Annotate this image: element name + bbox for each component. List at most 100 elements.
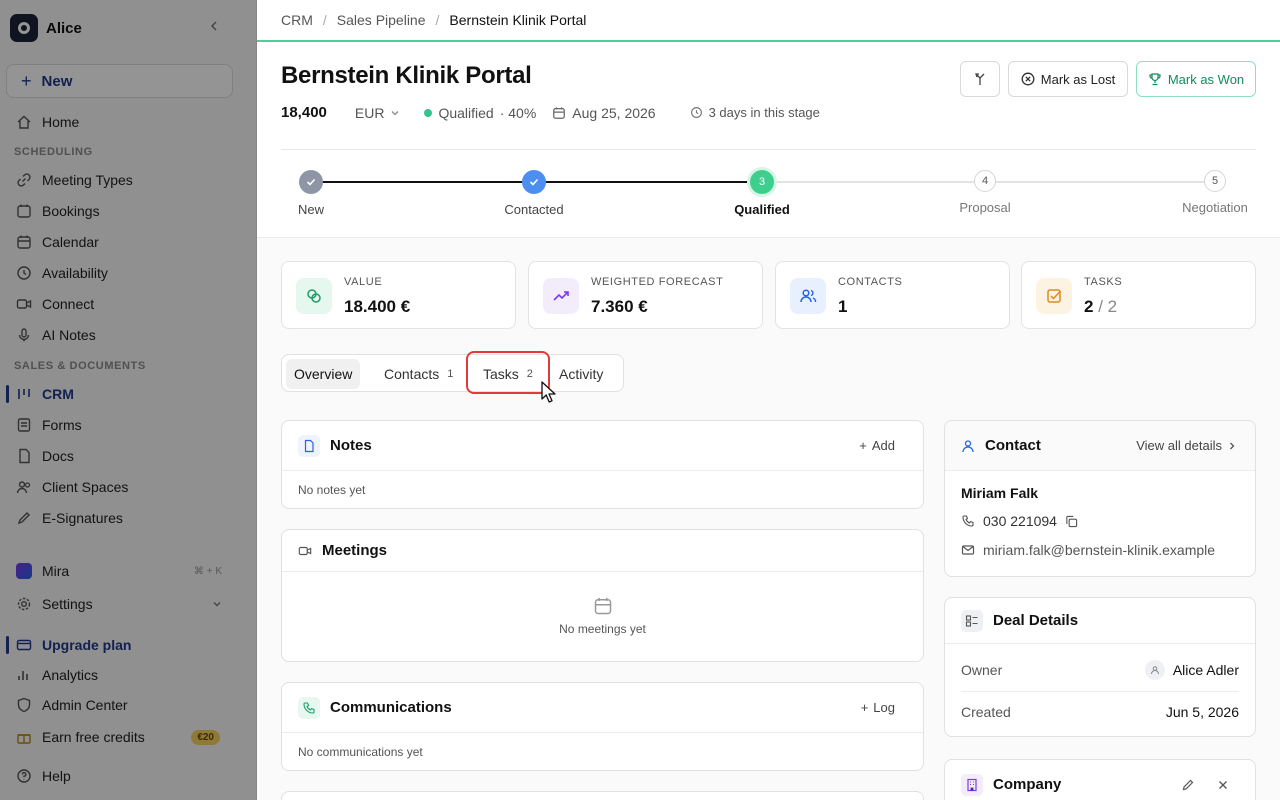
divider [281,149,1256,150]
created-row: Created Jun 5, 2026 [961,704,1239,720]
edit-icon[interactable] [1181,778,1195,792]
document-icon [16,448,32,464]
merge-button[interactable] [960,61,1000,97]
stage-duration: 3 days in this stage [690,105,820,120]
sidebar-item-e-signatures[interactable]: E-Signatures [0,504,240,532]
contact-name[interactable]: Miriam Falk [961,485,1038,501]
created-value: Jun 5, 2026 [1165,704,1239,720]
sidebar-item-bookings[interactable]: Bookings [0,197,240,225]
mark-as-lost-button[interactable]: Mark as Lost [1008,61,1128,97]
new-button[interactable]: + New [6,64,233,98]
plus-icon: + [860,700,869,715]
sidebar-item-settings[interactable]: Settings [0,590,240,618]
stage-step-contacted[interactable]: Contacted [474,170,594,217]
company-header: Company [945,760,1255,800]
stage-stepper: New Contacted 3 Qualified 4 Proposal 5 N… [281,170,1256,220]
sidebar-item-analytics[interactable]: Analytics [0,661,240,689]
tab-activity[interactable]: Activity [551,359,611,389]
stat-label: WEIGHTED FORECAST [591,276,724,288]
clock-icon [690,106,703,119]
mark-as-won-label: Mark as Won [1167,71,1245,87]
sidebar-item-label: Client Spaces [42,479,129,495]
sidebar-item-forms[interactable]: Forms [0,411,240,439]
credits-badge: €20 [191,729,220,745]
mark-as-won-button[interactable]: Mark as Won [1136,61,1256,97]
collapse-sidebar-icon[interactable] [208,20,220,32]
section-scheduling: SCHEDULING [14,146,93,158]
company-title: Company [993,776,1062,793]
stage-number: 4 [974,170,996,192]
meetings-header: Meetings [282,530,923,572]
currency-value: EUR [354,104,385,121]
meetings-panel: Meetings No meetings yet [281,529,924,662]
status-dot [424,108,433,117]
sidebar-item-admin-center[interactable]: Admin Center [0,691,240,719]
sidebar-item-label: Admin Center [42,697,128,713]
sidebar-item-home[interactable]: Home [0,108,240,136]
plus-icon: + [859,438,867,453]
stage-label: New [297,202,324,217]
calendar-icon [16,234,32,250]
currency-select[interactable]: EUR [355,105,401,121]
sidebar-item-crm[interactable]: CRM [0,380,240,408]
stage-label: Contacted [504,202,564,217]
email-value[interactable]: miriam.falk@bernstein-klinik.example [983,542,1215,558]
communications-header: Communications + Log [282,683,923,733]
sidebar-item-connect[interactable]: Connect [0,290,240,318]
stat-value: 2 / 2 [1084,297,1117,317]
tab-label: Contacts [384,366,440,382]
owner-name: Alice Adler [1172,662,1239,678]
created-label: Created [961,704,1011,720]
log-communication-button[interactable]: + Log [861,700,895,715]
form-icon [16,417,32,433]
communications-title: Communications [330,699,452,716]
stage-step-qualified[interactable]: 3 Qualified [702,170,822,217]
sidebar-item-docs[interactable]: Docs [0,442,240,470]
stat-card-tasks: TASKS 2 / 2 [1021,261,1256,329]
sidebar-item-help[interactable]: Help [0,762,240,790]
divider [961,691,1239,692]
gift-icon [16,729,32,745]
sidebar-item-calendar[interactable]: Calendar [0,228,240,256]
video-icon [16,296,32,312]
stat-card-value: VALUE 18.400 € [281,261,516,329]
workspace-switcher[interactable]: Alice [10,14,82,42]
deal-amount[interactable]: 18,400 [281,104,327,121]
close-date[interactable]: Aug 25, 2026 [552,105,656,121]
sidebar-item-client-spaces[interactable]: Client Spaces [0,473,240,501]
close-icon[interactable] [1217,779,1229,791]
add-note-button[interactable]: + Add [859,438,895,453]
tab-overview[interactable]: Overview [286,359,361,389]
sidebar-item-mira[interactable]: Mira ⌘ + K [0,557,240,585]
tab-contacts[interactable]: Contacts 1 [376,359,461,389]
sidebar-item-ai-notes[interactable]: AI Notes [0,321,240,349]
link-icon [16,172,32,188]
tab-label: Overview [294,366,353,382]
app-logo-icon [10,14,38,42]
stat-value: 7.360 € [591,297,648,317]
sidebar-item-upgrade-plan[interactable]: Upgrade plan [0,631,240,659]
notes-header: Notes + Add [282,421,923,471]
next-panel [281,791,924,800]
phone-value[interactable]: 030 221094 [983,513,1057,529]
document-icon [298,434,320,457]
breadcrumb: CRM / Sales Pipeline / Bernstein Klinik … [257,0,1280,42]
view-all-details-link[interactable]: View all details [1136,438,1237,453]
sidebar-item-meeting-types[interactable]: Meeting Types [0,166,240,194]
sidebar-item-availability[interactable]: Availability [0,259,240,287]
copy-icon[interactable] [1065,515,1078,528]
stage-step-new[interactable]: New [257,170,371,217]
bar-chart-icon [16,667,32,683]
stage-step-negotiation[interactable]: 5 Negotiation [1155,170,1275,215]
owner-value[interactable]: Alice Adler [1144,660,1239,680]
breadcrumb-sales-pipeline[interactable]: Sales Pipeline [337,12,426,28]
sidebar-item-label: Settings [42,596,93,612]
sidebar-item-earn-credits[interactable]: Earn free credits €20 [0,723,240,751]
stage-step-proposal[interactable]: 4 Proposal [925,170,1045,215]
breadcrumb-separator: / [322,12,327,28]
video-icon [298,544,312,558]
stat-number: 7.360 € [591,297,648,316]
trending-up-icon [543,278,579,314]
breadcrumb-crm[interactable]: CRM [281,12,313,28]
mouse-cursor-icon [541,381,557,405]
